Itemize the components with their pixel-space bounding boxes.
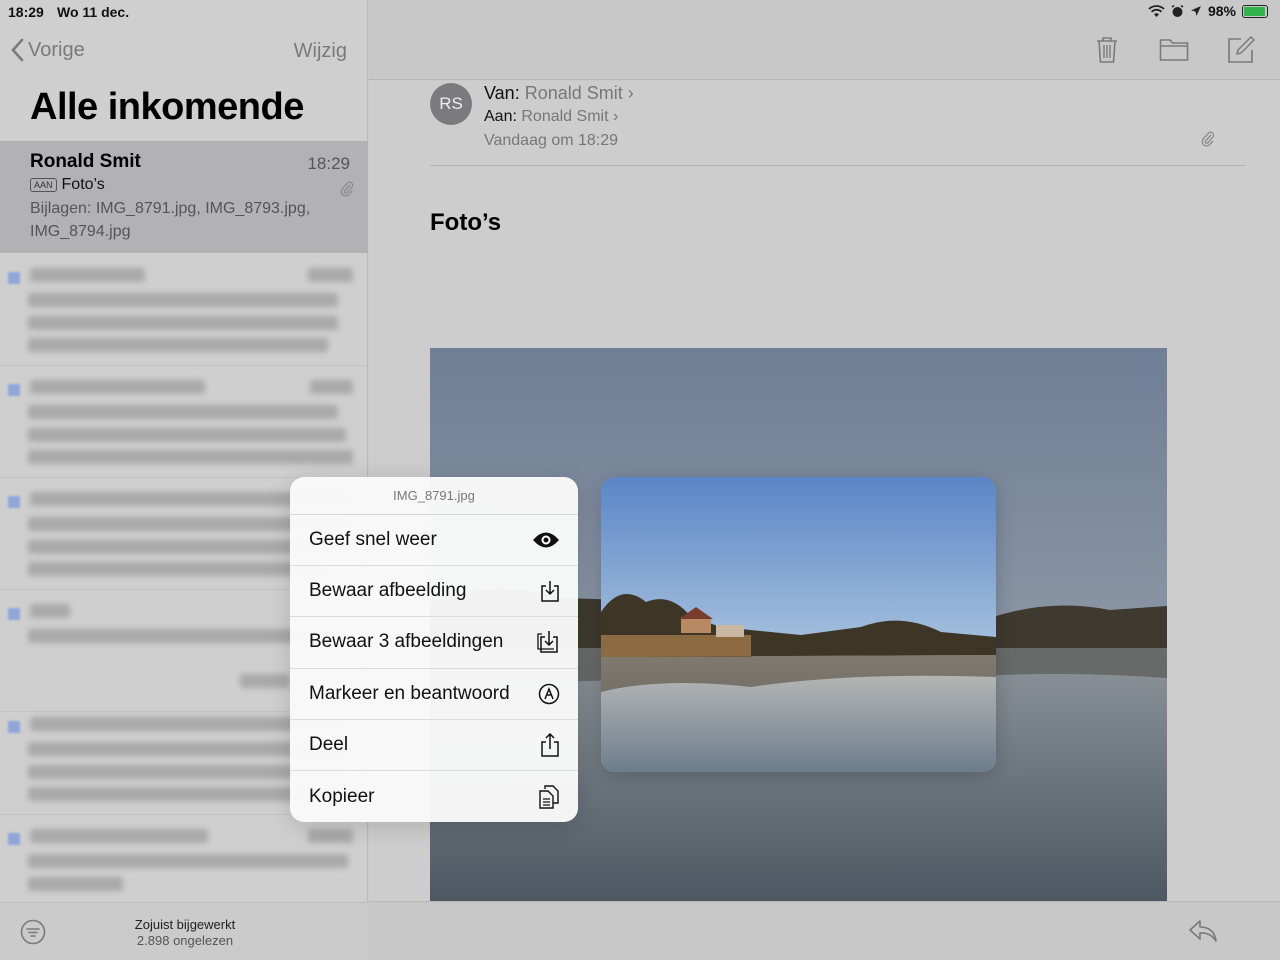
- image-preview[interactable]: [601, 477, 996, 772]
- save-image-icon: [541, 581, 559, 603]
- status-right: 98%: [1148, 3, 1268, 19]
- to-me-badge: AAN: [30, 178, 57, 192]
- menu-item-label: Deel: [309, 733, 349, 755]
- battery-icon: [1242, 4, 1268, 18]
- menu-item-quick-look[interactable]: Geef snel weer: [290, 515, 578, 567]
- menu-item-share[interactable]: Deel: [290, 720, 578, 771]
- menu-item-label: Geef snel weer: [309, 529, 437, 551]
- menu-item-save-image[interactable]: Bewaar afbeelding: [290, 566, 578, 618]
- chevron-left-icon: [11, 38, 24, 62]
- status-bar: 18:29 Wo 11 dec. 98%: [0, 0, 1280, 24]
- attachment-icon: [1201, 131, 1215, 147]
- message-bottom-bar: [369, 901, 1280, 960]
- menu-item-label: Kopieer: [309, 785, 375, 807]
- mail-sender: Ronald Smit: [30, 151, 141, 172]
- chevron-right-icon: ›: [627, 83, 634, 103]
- status-time: 18:29: [8, 4, 44, 20]
- back-label: Vorige: [28, 38, 85, 61]
- location-icon: [1190, 6, 1201, 16]
- unread-count: 2.898 ongelezen: [136, 933, 234, 948]
- alarm-icon: [1171, 4, 1184, 17]
- to-label: Aan:: [484, 108, 517, 125]
- message-header: Van: Ronald Smit › Aan: Ronald Smit › Va…: [484, 81, 634, 153]
- header-divider: [430, 165, 1246, 166]
- copy-icon: [539, 784, 559, 809]
- message-date: Vandaag om 18:29: [484, 132, 619, 149]
- back-button[interactable]: Vorige: [10, 38, 85, 62]
- attachment-icon: [340, 181, 354, 197]
- chevron-right-icon: ›: [612, 108, 619, 125]
- menu-item-label: Bewaar 3 afbeeldingen: [309, 631, 504, 653]
- battery-percentage: 98%: [1207, 3, 1236, 19]
- folder-icon[interactable]: [1159, 36, 1189, 62]
- avatar: RS: [430, 83, 472, 125]
- menu-item-copy[interactable]: Kopieer: [290, 771, 578, 822]
- markup-icon: [538, 683, 560, 704]
- eye-icon: [533, 532, 559, 548]
- from-value[interactable]: Ronald Smit: [525, 83, 623, 103]
- mail-time: 18:29: [307, 154, 350, 173]
- menu-item-label: Markeer en beantwoord: [309, 682, 510, 704]
- share-icon: [541, 732, 559, 757]
- message-subject: Foto’s: [430, 209, 502, 236]
- compose-icon[interactable]: [1227, 36, 1255, 64]
- menu-item-markup[interactable]: Markeer en beantwoord: [290, 669, 578, 720]
- mail-subject: Foto’s: [61, 176, 105, 193]
- update-status: Zojuist bijgewerkt: [134, 917, 236, 932]
- edit-button[interactable]: Wijzig: [294, 40, 347, 63]
- save-images-icon: [537, 631, 558, 654]
- status-date: Wo 11 dec.: [57, 4, 130, 20]
- menu-item-label: Bewaar afbeelding: [309, 580, 467, 602]
- list-item[interactable]: [0, 368, 368, 478]
- mail-preview: Bijlagen: IMG_8791.jpg, IMG_8793.jpg, IM…: [30, 200, 311, 240]
- wifi-icon: [1148, 4, 1165, 17]
- from-label: Van:: [484, 83, 520, 103]
- list-item[interactable]: [0, 256, 368, 366]
- mail-list-item-selected[interactable]: Ronald Smit 18:29 AAN Foto’s Bijlagen: I…: [0, 141, 368, 253]
- mailbox-title: Alle inkomende: [30, 86, 304, 128]
- context-menu: IMG_8791.jpg Geef snel weer Bewaar afbee…: [290, 477, 578, 822]
- menu-item-save-images[interactable]: Bewaar 3 afbeeldingen: [290, 617, 578, 669]
- sidebar-footer: Zojuist bijgewerkt 2.898 ongelezen: [0, 902, 368, 960]
- trash-icon[interactable]: [1095, 36, 1119, 64]
- menu-title: IMG_8791.jpg: [290, 477, 578, 515]
- reply-icon[interactable]: [1188, 918, 1218, 944]
- to-value[interactable]: Ronald Smit: [521, 108, 608, 125]
